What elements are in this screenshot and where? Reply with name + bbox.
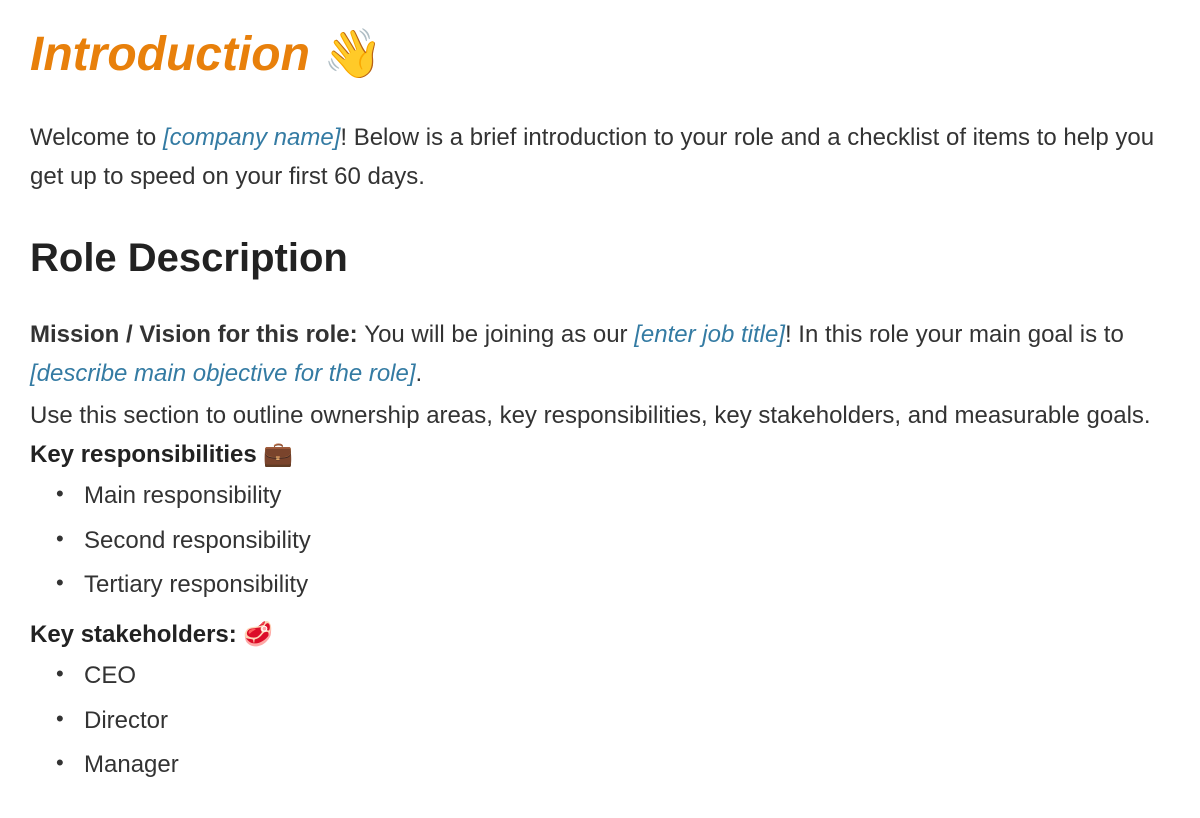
objective-placeholder: [describe main objective for the role] <box>30 360 416 387</box>
list-item: Director <box>84 699 1170 743</box>
wave-icon: 👋 <box>323 28 383 81</box>
responsibilities-list: Main responsibility Second responsibilit… <box>30 474 1170 607</box>
company-name-placeholder: [company name] <box>163 124 340 151</box>
list-item: Main responsibility <box>84 474 1170 518</box>
mission-paragraph: Mission / Vision for this role: You will… <box>30 315 1170 394</box>
list-item: CEO <box>84 654 1170 698</box>
mission-text-1: You will be joining as our <box>364 321 634 348</box>
mission-label: Mission / Vision for this role: <box>30 321 364 348</box>
list-item: Tertiary responsibility <box>84 563 1170 607</box>
stakeholders-heading: Key stakeholders: 🥩 <box>30 618 1170 653</box>
intro-paragraph: Welcome to [company name]! Below is a br… <box>30 118 1170 197</box>
stakeholders-list: CEO Director Manager <box>30 654 1170 787</box>
title-text: Introduction <box>30 28 310 81</box>
mission-text-3: . <box>416 360 423 387</box>
role-description-heading: Role Description <box>30 229 1170 287</box>
section-note: Use this section to outline ownership ar… <box>30 396 1170 436</box>
list-item: Second responsibility <box>84 519 1170 563</box>
list-item: Manager <box>84 743 1170 787</box>
intro-prefix: Welcome to <box>30 124 163 151</box>
responsibilities-heading: Key responsibilities 💼 <box>30 438 1170 473</box>
page-title: Introduction 👋 <box>30 20 1170 90</box>
mission-text-2: ! In this role your main goal is to <box>785 321 1124 348</box>
job-title-placeholder: [enter job title] <box>634 321 785 348</box>
